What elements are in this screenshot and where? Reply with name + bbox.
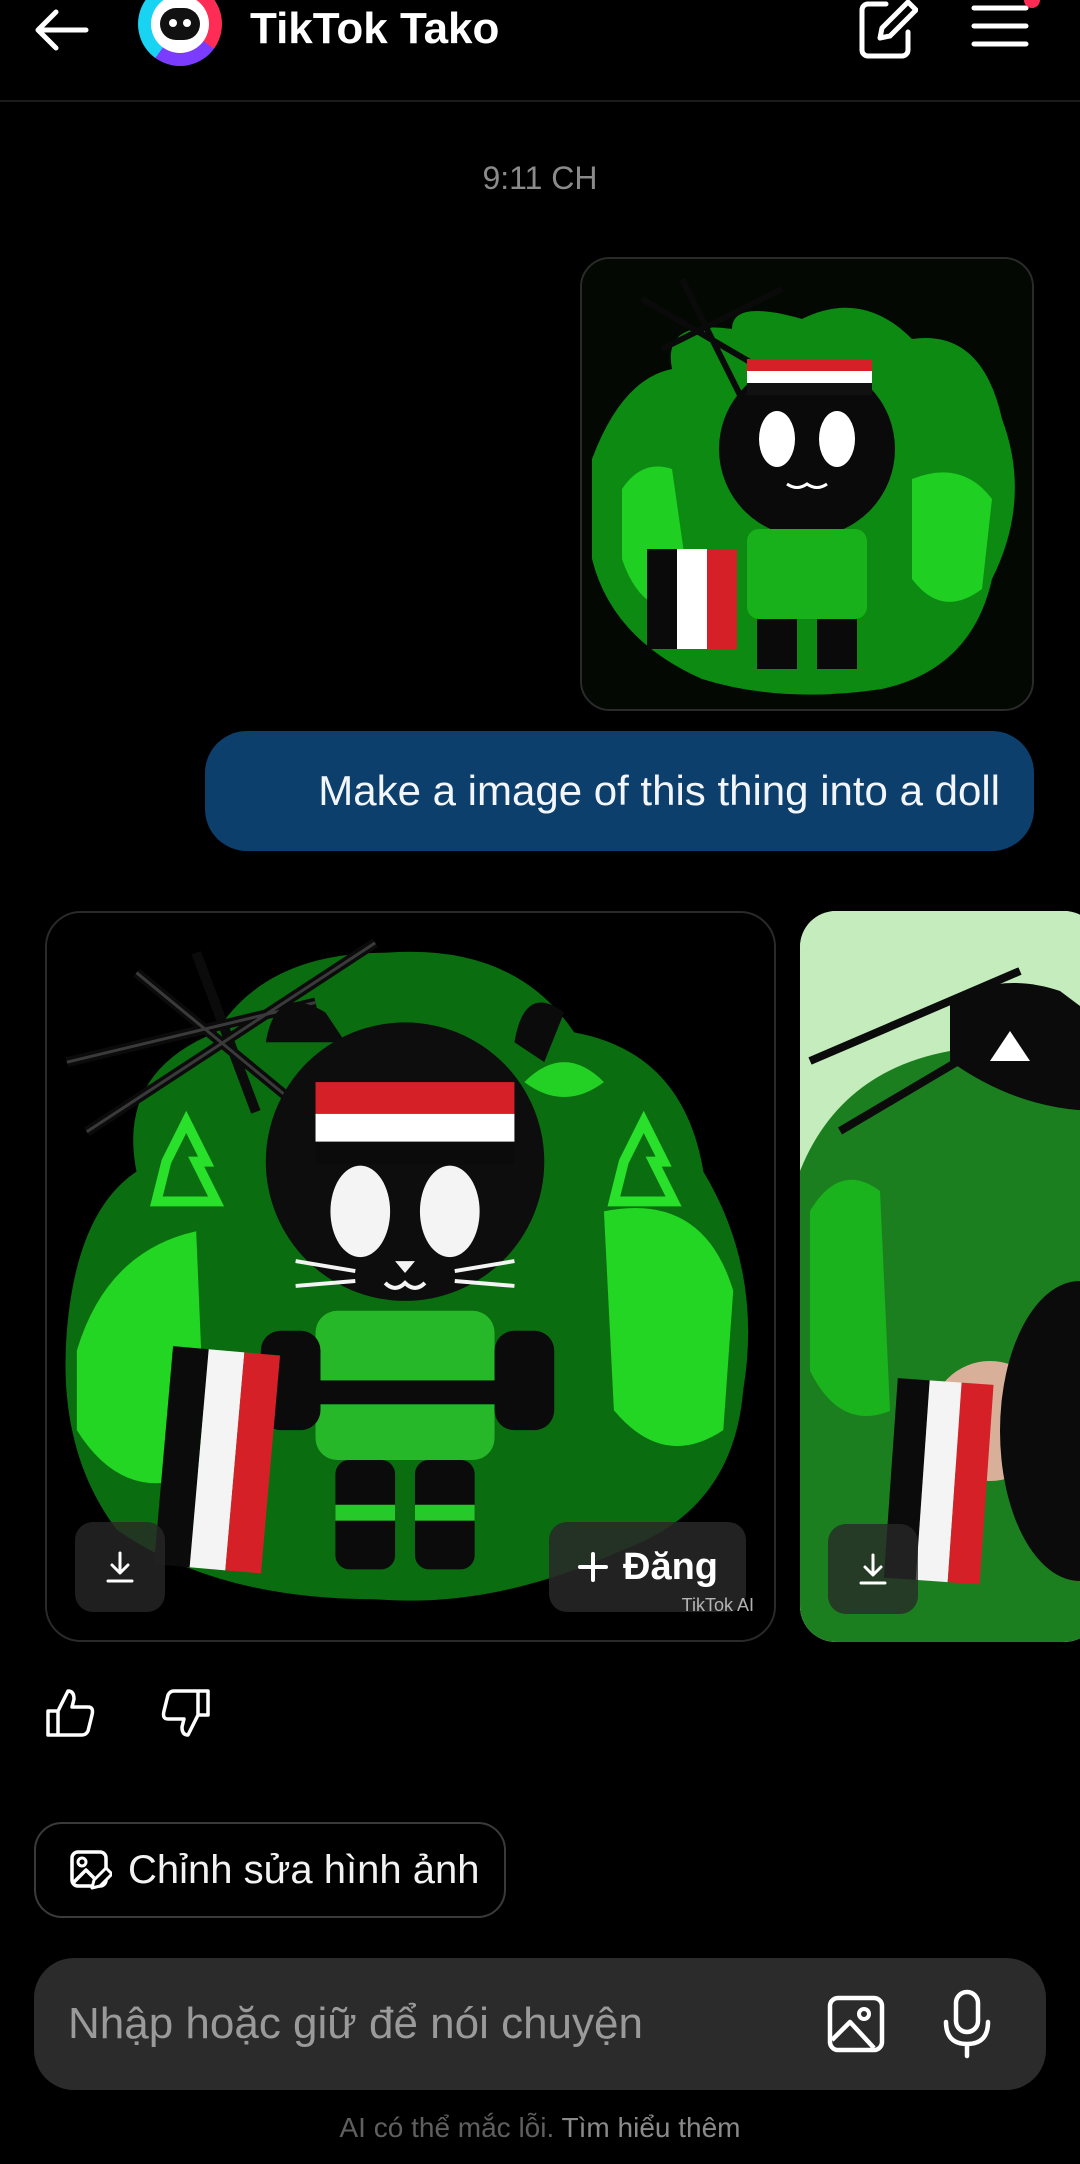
microphone-icon <box>943 1989 991 2059</box>
feedback-row <box>42 1685 218 1745</box>
arrow-left-icon <box>35 9 89 51</box>
download-icon <box>106 1551 134 1583</box>
like-button[interactable] <box>42 1685 102 1745</box>
attach-image-button[interactable] <box>824 1992 888 2056</box>
edit-image-button[interactable]: Chỉnh sửa hình ảnh <box>34 1822 506 1918</box>
compose-icon <box>859 0 919 59</box>
image-icon <box>827 1995 885 2053</box>
message-composer <box>34 1958 1046 2090</box>
post-button-label: Đăng <box>623 1545 718 1588</box>
user-message-text: Make a image of this thing into a doll <box>318 767 1000 814</box>
plus-icon <box>578 1552 608 1582</box>
generated-image-card-2[interactable] <box>800 911 1080 1642</box>
ai-disclaimer: AI có thể mắc lỗi. Tìm hiểu thêm <box>0 2112 1080 2144</box>
app-title: TikTok Tako <box>250 4 500 53</box>
edit-image-label: Chỉnh sửa hình ảnh <box>128 1847 480 1892</box>
thumbs-up-icon <box>46 1689 95 1737</box>
image-edit-icon <box>70 1850 112 1890</box>
message-input[interactable] <box>68 1958 828 2090</box>
disclaimer-text: AI có thể mắc lỗi. <box>339 2112 555 2143</box>
download-button[interactable] <box>75 1522 165 1612</box>
app-header: TikTok Tako <box>0 0 1080 102</box>
learn-more-link[interactable]: Tìm hiểu thêm <box>562 2112 741 2143</box>
new-chat-button[interactable] <box>856 0 919 60</box>
microphone-button[interactable] <box>940 1988 994 2060</box>
user-uploaded-image[interactable] <box>580 257 1034 711</box>
hamburger-menu-icon <box>971 5 1029 47</box>
back-button[interactable] <box>30 0 100 60</box>
message-timestamp: 9:11 CH <box>482 160 598 196</box>
generated-image-card[interactable]: Đăng TikTok AI <box>45 911 776 1642</box>
dislike-button[interactable] <box>158 1685 218 1745</box>
green-cat-artwork <box>582 259 1032 709</box>
user-message-bubble: Make a image of this thing into a doll <box>205 731 1034 851</box>
tako-logo <box>138 0 222 66</box>
download-icon <box>859 1553 887 1585</box>
tiktok-ai-watermark: TikTok AI <box>681 1595 754 1615</box>
menu-button[interactable] <box>970 0 1030 60</box>
thumbs-down-icon <box>161 1689 210 1737</box>
download-button-2[interactable] <box>828 1524 918 1614</box>
